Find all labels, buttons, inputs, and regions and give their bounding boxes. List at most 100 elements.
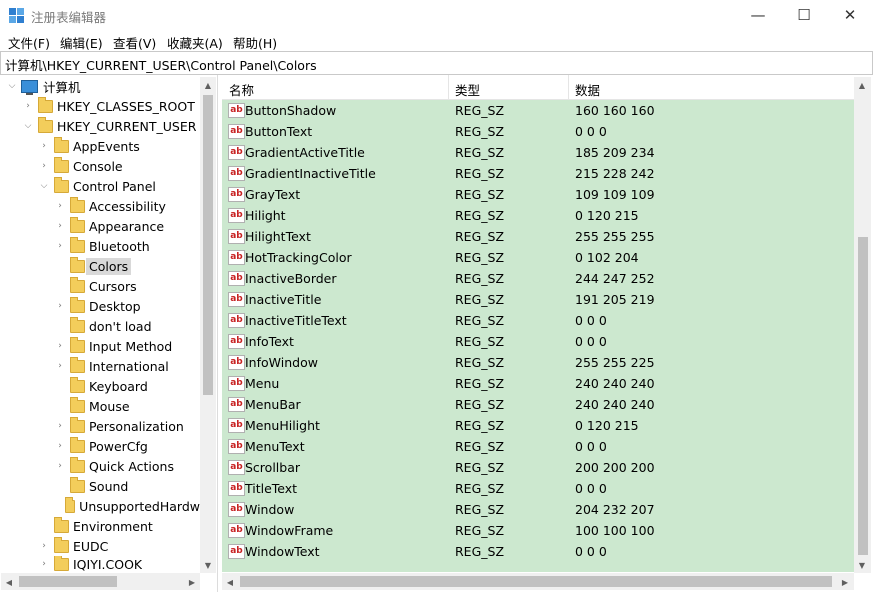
chevron-down-icon[interactable]: ⌵: [22, 116, 34, 136]
scroll-up-icon[interactable]: ▲: [200, 77, 216, 93]
address-bar[interactable]: 计算机\HKEY_CURRENT_USER\Control Panel\Colo…: [0, 51, 873, 75]
menu-file[interactable]: 文件(F): [8, 33, 50, 52]
table-row[interactable]: ab HilightText REG_SZ 255 255 255: [222, 226, 854, 247]
menu-favorites[interactable]: 收藏夹(A): [167, 33, 223, 52]
table-row[interactable]: ab MenuHilight REG_SZ 0 120 215: [222, 415, 854, 436]
value-list[interactable]: 名称 类型 数据 ab ButtonShadow REG_SZ 160 160 160…: [222, 75, 873, 592]
chevron-right-icon[interactable]: ›: [38, 556, 50, 572]
table-row[interactable]: ab ButtonShadow REG_SZ 160 160 160: [222, 100, 854, 121]
table-row[interactable]: ab InactiveBorder REG_SZ 244 247 252: [222, 268, 854, 289]
chevron-right-icon[interactable]: ›: [54, 436, 66, 456]
table-row[interactable]: ab MenuText REG_SZ 0 0 0: [222, 436, 854, 457]
tree-item-accessibility[interactable]: › Accessibility: [54, 196, 166, 216]
scroll-up-icon[interactable]: ▲: [854, 77, 870, 93]
tree-item-international[interactable]: › International: [54, 356, 169, 376]
tree-vertical-scrollbar[interactable]: ▲ ▼: [200, 77, 216, 573]
close-button[interactable]: ✕: [827, 0, 873, 30]
scroll-left-icon[interactable]: ◀: [222, 574, 238, 590]
chevron-down-icon[interactable]: ⌵: [38, 176, 50, 196]
list-vertical-scrollbar[interactable]: ▲ ▼: [854, 77, 871, 573]
maximize-icon: ☐: [797, 6, 811, 24]
chevron-right-icon[interactable]: ›: [54, 296, 66, 316]
table-row[interactable]: ab InactiveTitle REG_SZ 191 205 219: [222, 289, 854, 310]
tree-item-environment[interactable]: Environment: [38, 516, 153, 536]
tree-item-appearance[interactable]: › Appearance: [54, 216, 164, 236]
tree-item-desktop[interactable]: › Desktop: [54, 296, 141, 316]
chevron-right-icon[interactable]: ›: [38, 156, 50, 176]
chevron-right-icon[interactable]: ›: [54, 456, 66, 476]
table-row[interactable]: ab Menu REG_SZ 240 240 240: [222, 373, 854, 394]
menu-view[interactable]: 查看(V): [113, 33, 156, 52]
tree-item-mouse[interactable]: Mouse: [54, 396, 130, 416]
table-row[interactable]: ab Scrollbar REG_SZ 200 200 200: [222, 457, 854, 478]
tree-horizontal-scrollbar[interactable]: ◀ ▶: [1, 573, 200, 590]
scroll-down-icon[interactable]: ▼: [200, 557, 216, 573]
tree-item-sound[interactable]: Sound: [54, 476, 128, 496]
maximize-button[interactable]: ☐: [781, 0, 827, 30]
table-row[interactable]: ab ButtonText REG_SZ 0 0 0: [222, 121, 854, 142]
table-row[interactable]: ab InactiveTitleText REG_SZ 0 0 0: [222, 310, 854, 331]
menu-help[interactable]: 帮助(H): [233, 33, 277, 52]
chevron-right-icon[interactable]: ›: [54, 216, 66, 236]
scroll-left-icon[interactable]: ◀: [1, 574, 17, 590]
minimize-button[interactable]: —: [735, 0, 781, 30]
tree-item-iqiyi[interactable]: › IQIYI.COOK: [38, 556, 142, 572]
tree-item-appevents[interactable]: › AppEvents: [38, 136, 140, 156]
chevron-right-icon[interactable]: ›: [54, 236, 66, 256]
string-value-icon: ab: [228, 502, 245, 517]
tree-item-hkcr[interactable]: › HKEY_CLASSES_ROOT: [22, 96, 195, 116]
tree-vertical-scroll-thumb[interactable]: [203, 95, 213, 395]
tree-item-input-method[interactable]: › Input Method: [54, 336, 172, 356]
tree-item-quick-actions[interactable]: › Quick Actions: [54, 456, 174, 476]
table-row[interactable]: ab MenuBar REG_SZ 240 240 240: [222, 394, 854, 415]
table-row[interactable]: ab InfoWindow REG_SZ 255 255 225: [222, 352, 854, 373]
tree-item-hkcu[interactable]: ⌵ HKEY_CURRENT_USER: [22, 116, 196, 136]
tree-item-keyboard[interactable]: Keyboard: [54, 376, 148, 396]
tree-item-dont-load[interactable]: don't load: [54, 316, 152, 336]
scroll-right-icon[interactable]: ▶: [184, 574, 200, 590]
column-header-data[interactable]: 数据: [575, 80, 600, 99]
tree-item-bluetooth[interactable]: › Bluetooth: [54, 236, 150, 256]
chevron-right-icon[interactable]: ›: [54, 356, 66, 376]
table-row[interactable]: ab TitleText REG_SZ 0 0 0: [222, 478, 854, 499]
tree-item-powercfg[interactable]: › PowerCfg: [54, 436, 148, 456]
menu-edit[interactable]: 编辑(E): [60, 33, 103, 52]
tree-item-control-panel[interactable]: ⌵ Control Panel: [38, 176, 156, 196]
chevron-down-icon[interactable]: ⌵: [6, 76, 18, 96]
list-horizontal-scroll-thumb[interactable]: [240, 576, 832, 587]
chevron-right-icon[interactable]: ›: [38, 536, 50, 556]
folder-icon: [70, 196, 85, 213]
table-row[interactable]: ab HotTrackingColor REG_SZ 0 102 204: [222, 247, 854, 268]
chevron-right-icon[interactable]: ›: [54, 196, 66, 216]
list-horizontal-scrollbar[interactable]: ◀ ▶: [222, 573, 854, 590]
table-row[interactable]: ab GrayText REG_SZ 109 109 109: [222, 184, 854, 205]
tree-horizontal-scroll-thumb[interactable]: [19, 576, 117, 587]
column-header-name[interactable]: 名称: [229, 80, 254, 99]
column-header-type[interactable]: 类型: [455, 80, 480, 99]
tree-item-console[interactable]: › Console: [38, 156, 123, 176]
chevron-right-icon[interactable]: ›: [54, 416, 66, 436]
chevron-right-icon[interactable]: ›: [54, 336, 66, 356]
tree-item-personalization[interactable]: › Personalization: [54, 416, 184, 436]
table-row[interactable]: ab GradientActiveTitle REG_SZ 185 209 234: [222, 142, 854, 163]
table-row[interactable]: ab WindowFrame REG_SZ 100 100 100: [222, 520, 854, 541]
tree-item-computer[interactable]: ⌵ 计算机: [6, 76, 81, 96]
tree-item-eudc[interactable]: › EUDC: [38, 536, 108, 556]
string-value-icon: ab: [228, 460, 245, 475]
tree-item-colors[interactable]: Colors: [54, 256, 132, 276]
folder-icon: [70, 456, 85, 473]
tree-item-cursors[interactable]: Cursors: [54, 276, 137, 296]
string-value-icon: ab: [228, 250, 245, 265]
table-row[interactable]: ab InfoText REG_SZ 0 0 0: [222, 331, 854, 352]
key-tree[interactable]: ⌵ 计算机 › HKEY_CLASSES_ROOT ⌵ HKEY_CURRENT…: [0, 75, 218, 592]
chevron-right-icon[interactable]: ›: [38, 136, 50, 156]
tree-item-unsupported-hardware[interactable]: UnsupportedHardw: [54, 496, 200, 516]
table-row[interactable]: ab WindowText REG_SZ 0 0 0: [222, 541, 854, 562]
list-vertical-scroll-thumb[interactable]: [858, 237, 868, 555]
table-row[interactable]: ab Hilight REG_SZ 0 120 215: [222, 205, 854, 226]
scroll-right-icon[interactable]: ▶: [837, 574, 853, 590]
chevron-right-icon[interactable]: ›: [22, 96, 34, 116]
table-row[interactable]: ab Window REG_SZ 204 232 207: [222, 499, 854, 520]
scroll-down-icon[interactable]: ▼: [854, 557, 870, 573]
table-row[interactable]: ab GradientInactiveTitle REG_SZ 215 228 242: [222, 163, 854, 184]
